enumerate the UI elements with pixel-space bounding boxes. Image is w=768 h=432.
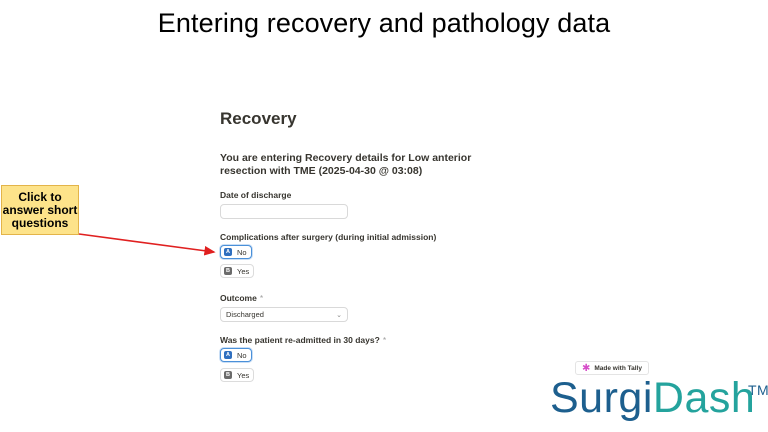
form-title: Recovery: [220, 109, 297, 128]
option-label: Yes: [237, 266, 250, 276]
option-key-a: A: [224, 351, 232, 359]
required-mark: *: [259, 293, 264, 303]
tally-star-icon: ✱: [582, 362, 591, 374]
made-with-tally-badge[interactable]: ✱ Made with Tally: [575, 361, 649, 375]
readmitted-option-no[interactable]: A No: [220, 348, 252, 362]
option-key-b: B: [224, 267, 232, 275]
required-mark: *: [382, 335, 387, 345]
readmitted-option-yes[interactable]: B Yes: [220, 368, 255, 382]
logo-dash: Dash: [652, 374, 756, 422]
readmitted-label-text: Was the patient re-admitted in 30 days?: [220, 335, 380, 345]
callout-arrow: [78, 233, 216, 256]
callout-box: Click to answer short questions: [1, 185, 79, 235]
surgidash-logo: SurgiDash TM: [550, 374, 768, 423]
tally-badge-label: Made with Tally: [594, 364, 642, 372]
option-label: Yes: [237, 370, 250, 380]
logo-trademark: TM: [748, 382, 768, 398]
outcome-selected-value: Discharged: [226, 310, 264, 319]
readmitted-label: Was the patient re-admitted in 30 days? *: [220, 335, 386, 345]
option-label: No: [237, 247, 247, 257]
option-key-b: B: [224, 371, 232, 379]
chevron-down-icon: ⌄: [336, 311, 342, 319]
form-intro: You are entering Recovery details for Lo…: [220, 152, 472, 177]
complications-label: Complications after surgery (during init…: [220, 232, 437, 242]
outcome-select[interactable]: Discharged ⌄: [220, 307, 348, 322]
logo-surgi: Surgi: [550, 374, 653, 422]
complications-option-yes[interactable]: B Yes: [220, 264, 255, 278]
option-label: No: [237, 350, 247, 360]
discharge-date-label: Date of discharge: [220, 190, 292, 200]
complications-option-no[interactable]: A No: [220, 245, 252, 259]
slide-title: Entering recovery and pathology data: [157, 8, 611, 38]
outcome-label-text: Outcome: [220, 293, 257, 303]
discharge-date-input[interactable]: [220, 204, 348, 219]
option-key-a: A: [224, 248, 232, 256]
outcome-label: Outcome *: [220, 293, 263, 303]
